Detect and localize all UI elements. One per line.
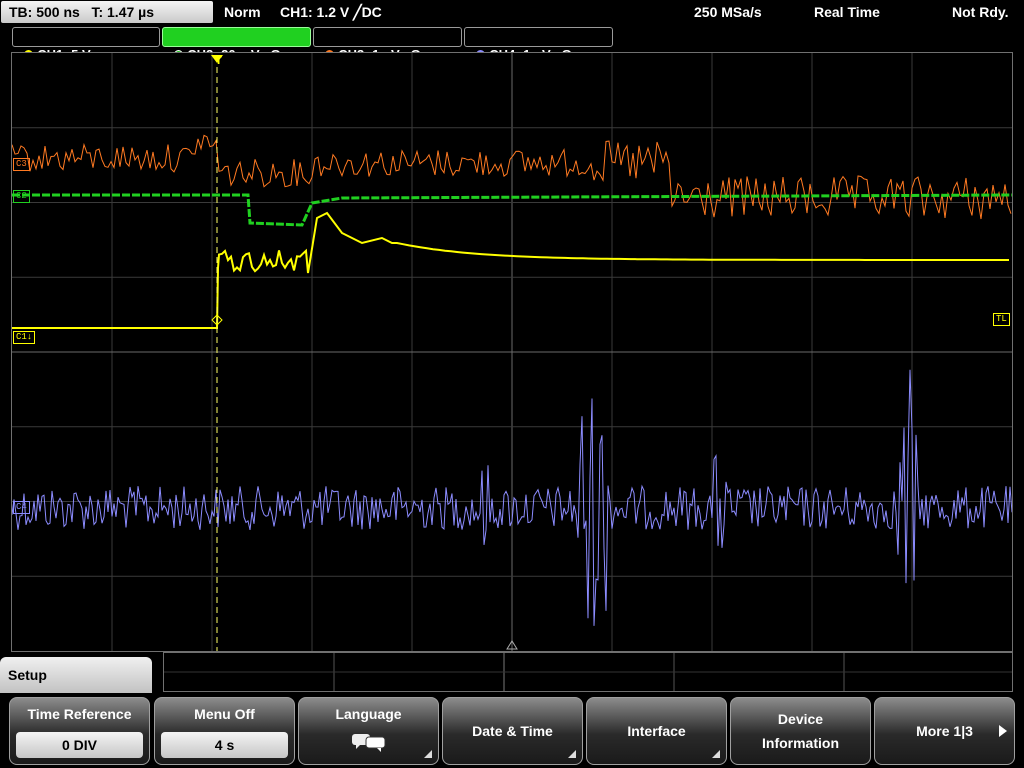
submenu-indicator-icon bbox=[712, 750, 720, 758]
ch1-offset-marker[interactable]: C1↓ bbox=[13, 331, 36, 344]
channel-tab-ch2[interactable]: CH2: 20 mV≃Ω bbox=[162, 27, 311, 62]
time-reference-softkey[interactable]: Time Reference 0 DIV bbox=[9, 697, 150, 765]
more-softkey[interactable]: More 1|3 bbox=[874, 697, 1015, 765]
ch1-trace bbox=[12, 211, 1009, 329]
submenu-indicator-icon bbox=[568, 750, 576, 758]
date-time-softkey[interactable]: Date & Time bbox=[442, 697, 583, 765]
time-reference-value: 0 DIV bbox=[16, 732, 143, 758]
waveform-canvas bbox=[12, 53, 1012, 651]
language-softkey[interactable]: Language bbox=[298, 697, 439, 765]
time-reference-label: Time Reference bbox=[27, 706, 132, 722]
trigger-position-marker[interactable]: T bbox=[212, 55, 225, 68]
status-bar: TB: 500 ns T: 1.47 µs Norm CH1: 1.2 V ╱D… bbox=[0, 0, 1024, 24]
menu-off-softkey[interactable]: Menu Off 4 s bbox=[154, 697, 295, 765]
menu-off-value: 4 s bbox=[161, 732, 288, 758]
ch3-offset-marker[interactable]: C3 bbox=[13, 158, 30, 171]
ch4-offset-marker[interactable]: C4 bbox=[13, 501, 30, 514]
ready-state: Not Rdy. bbox=[952, 4, 1009, 20]
overview-grid-lines bbox=[164, 653, 1012, 691]
trigger-source[interactable]: CH1: 1.2 V ╱DC bbox=[280, 0, 382, 24]
chevron-right-icon bbox=[999, 725, 1007, 737]
interface-label: Interface bbox=[627, 723, 686, 739]
submenu-indicator-icon bbox=[424, 750, 432, 758]
waveform-display[interactable]: C3 C2 C1↓ C4 TL T bbox=[11, 52, 1013, 652]
language-label: Language bbox=[335, 706, 402, 722]
menu-off-label: Menu Off bbox=[194, 706, 255, 722]
channel-tab-ch3[interactable]: CH3: 1mV≃Ω bbox=[313, 27, 462, 62]
overview-grid bbox=[163, 652, 1013, 692]
channel-tab-ch4[interactable]: CH4: 1mV≃Ω bbox=[464, 27, 613, 62]
ch2-offset-marker[interactable]: C2 bbox=[13, 190, 30, 203]
acquisition-mode: Real Time bbox=[814, 4, 880, 20]
sample-rate: 250 MSa/s bbox=[694, 4, 762, 20]
date-time-label: Date & Time bbox=[472, 723, 553, 739]
timebase-readout[interactable]: TB: 500 ns T: 1.47 µs bbox=[1, 1, 213, 23]
more-label: More 1|3 bbox=[916, 723, 973, 739]
speech-bubbles-icon bbox=[352, 734, 386, 752]
device-information-softkey[interactable]: Device Information bbox=[730, 697, 871, 765]
channel-tab-ch1[interactable]: CH1: 5 V≃ bbox=[12, 27, 160, 62]
trigger-level-marker[interactable]: TL bbox=[993, 313, 1010, 326]
device-information-label: Device Information bbox=[762, 711, 839, 751]
trigger-mode[interactable]: Norm bbox=[224, 0, 261, 24]
interface-softkey[interactable]: Interface bbox=[586, 697, 727, 765]
menu-title: Setup bbox=[0, 657, 152, 697]
